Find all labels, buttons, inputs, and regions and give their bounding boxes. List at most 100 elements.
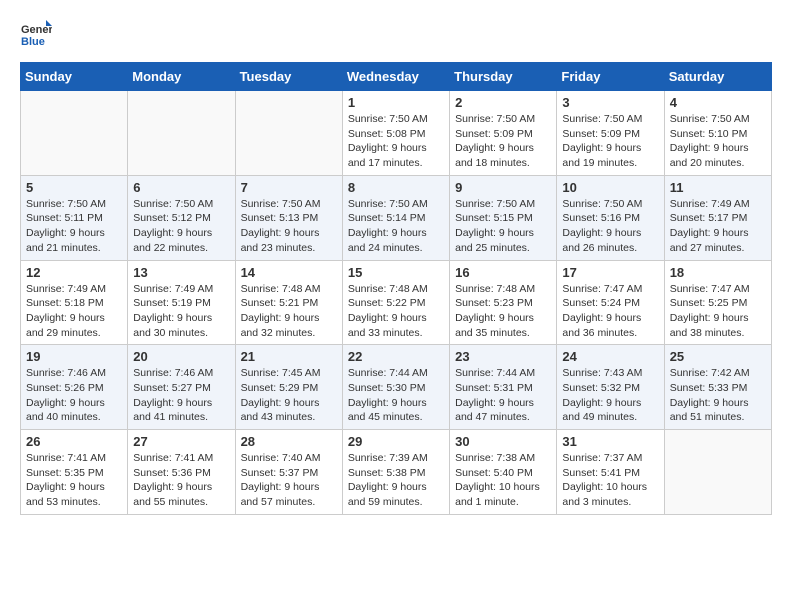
calendar-cell: 3 Sunrise: 7:50 AMSunset: 5:09 PMDaylight… (557, 91, 664, 176)
day-info: Sunrise: 7:48 AMSunset: 5:23 PMDaylight:… (455, 282, 551, 341)
day-number: 5 (26, 180, 122, 195)
day-info: Sunrise: 7:49 AMSunset: 5:18 PMDaylight:… (26, 282, 122, 341)
day-info: Sunrise: 7:48 AMSunset: 5:21 PMDaylight:… (241, 282, 337, 341)
weekday-header-sunday: Sunday (21, 63, 128, 91)
day-info: Sunrise: 7:50 AMSunset: 5:08 PMDaylight:… (348, 112, 444, 171)
logo-icon: General Blue (20, 20, 52, 52)
calendar-cell: 5Sunrise: 7:50 AMSunset: 5:11 PMDaylight… (21, 175, 128, 260)
weekday-header-friday: Friday (557, 63, 664, 91)
day-number: 24 (562, 349, 658, 364)
day-info: Sunrise: 7:46 AMSunset: 5:26 PMDaylight:… (26, 366, 122, 425)
day-info: Sunrise: 7:40 AMSunset: 5:37 PMDaylight:… (241, 451, 337, 510)
calendar-cell (128, 91, 235, 176)
day-number: 31 (562, 434, 658, 449)
calendar-cell: 6 Sunrise: 7:50 AMSunset: 5:12 PMDaylight… (128, 175, 235, 260)
weekday-header-row: SundayMondayTuesdayWednesdayThursdayFrid… (21, 63, 772, 91)
day-number: 30 (455, 434, 551, 449)
day-number: 3 (562, 95, 658, 110)
day-info: Sunrise: 7:37 AMSunset: 5:41 PMDaylight:… (562, 451, 658, 510)
day-number: 10 (562, 180, 658, 195)
calendar-cell: 31 Sunrise: 7:37 AMSunset: 5:41 PMDayligh… (557, 430, 664, 515)
day-number: 6 (133, 180, 229, 195)
day-info: Sunrise: 7:47 AMSunset: 5:25 PMDaylight:… (670, 282, 766, 341)
day-number: 15 (348, 265, 444, 280)
day-info: Sunrise: 7:39 AMSunset: 5:38 PMDaylight:… (348, 451, 444, 510)
calendar-week-row: 19 Sunrise: 7:46 AMSunset: 5:26 PMDayligh… (21, 345, 772, 430)
calendar-cell: 22 Sunrise: 7:44 AMSunset: 5:30 PMDayligh… (342, 345, 449, 430)
day-number: 18 (670, 265, 766, 280)
calendar-cell: 15 Sunrise: 7:48 AMSunset: 5:22 PMDayligh… (342, 260, 449, 345)
calendar-table: SundayMondayTuesdayWednesdayThursdayFrid… (20, 62, 772, 515)
calendar-cell (664, 430, 771, 515)
day-number: 7 (241, 180, 337, 195)
calendar-cell: 29 Sunrise: 7:39 AMSunset: 5:38 PMDayligh… (342, 430, 449, 515)
day-info: Sunrise: 7:41 AMSunset: 5:35 PMDaylight:… (26, 451, 122, 510)
calendar-cell: 21 Sunrise: 7:45 AMSunset: 5:29 PMDayligh… (235, 345, 342, 430)
calendar-week-row: 1 Sunrise: 7:50 AMSunset: 5:08 PMDaylight… (21, 91, 772, 176)
day-number: 14 (241, 265, 337, 280)
calendar-cell: 25 Sunrise: 7:42 AMSunset: 5:33 PMDayligh… (664, 345, 771, 430)
day-info: Sunrise: 7:44 AMSunset: 5:31 PMDaylight:… (455, 366, 551, 425)
day-number: 20 (133, 349, 229, 364)
day-number: 22 (348, 349, 444, 364)
day-info: Sunrise: 7:49 AMSunset: 5:19 PMDaylight:… (133, 282, 229, 341)
calendar-cell: 28 Sunrise: 7:40 AMSunset: 5:37 PMDayligh… (235, 430, 342, 515)
day-info: Sunrise: 7:46 AMSunset: 5:27 PMDaylight:… (133, 366, 229, 425)
day-info: Sunrise: 7:47 AMSunset: 5:24 PMDaylight:… (562, 282, 658, 341)
day-number: 27 (133, 434, 229, 449)
day-info: Sunrise: 7:45 AMSunset: 5:29 PMDaylight:… (241, 366, 337, 425)
day-info: Sunrise: 7:50 AMSunset: 5:14 PMDaylight:… (348, 197, 444, 256)
day-info: Sunrise: 7:50 AMSunset: 5:13 PMDaylight:… (241, 197, 337, 256)
day-number: 9 (455, 180, 551, 195)
calendar-cell: 2 Sunrise: 7:50 AMSunset: 5:09 PMDaylight… (450, 91, 557, 176)
day-info: Sunrise: 7:48 AMSunset: 5:22 PMDaylight:… (348, 282, 444, 341)
calendar-cell (21, 91, 128, 176)
day-number: 19 (26, 349, 122, 364)
calendar-cell: 26Sunrise: 7:41 AMSunset: 5:35 PMDayligh… (21, 430, 128, 515)
page-header: General Blue (20, 20, 772, 52)
calendar-week-row: 12 Sunrise: 7:49 AMSunset: 5:18 PMDayligh… (21, 260, 772, 345)
weekday-header-saturday: Saturday (664, 63, 771, 91)
day-info: Sunrise: 7:50 AMSunset: 5:12 PMDaylight:… (133, 197, 229, 256)
day-info: Sunrise: 7:50 AMSunset: 5:09 PMDaylight:… (455, 112, 551, 171)
day-number: 11 (670, 180, 766, 195)
day-number: 28 (241, 434, 337, 449)
calendar-cell: 19 Sunrise: 7:46 AMSunset: 5:26 PMDayligh… (21, 345, 128, 430)
calendar-cell: 7 Sunrise: 7:50 AMSunset: 5:13 PMDaylight… (235, 175, 342, 260)
calendar-cell: 14 Sunrise: 7:48 AMSunset: 5:21 PMDayligh… (235, 260, 342, 345)
calendar-cell: 9Sunrise: 7:50 AMSunset: 5:15 PMDaylight… (450, 175, 557, 260)
day-number: 1 (348, 95, 444, 110)
weekday-header-wednesday: Wednesday (342, 63, 449, 91)
day-info: Sunrise: 7:38 AMSunset: 5:40 PMDaylight:… (455, 451, 551, 510)
day-number: 4 (670, 95, 766, 110)
weekday-header-tuesday: Tuesday (235, 63, 342, 91)
day-info: Sunrise: 7:44 AMSunset: 5:30 PMDaylight:… (348, 366, 444, 425)
day-info: Sunrise: 7:42 AMSunset: 5:33 PMDaylight:… (670, 366, 766, 425)
calendar-cell: 13Sunrise: 7:49 AMSunset: 5:19 PMDayligh… (128, 260, 235, 345)
calendar-cell: 4Sunrise: 7:50 AMSunset: 5:10 PMDaylight… (664, 91, 771, 176)
day-info: Sunrise: 7:50 AMSunset: 5:09 PMDaylight:… (562, 112, 658, 171)
calendar-cell: 10 Sunrise: 7:50 AMSunset: 5:16 PMDayligh… (557, 175, 664, 260)
day-number: 12 (26, 265, 122, 280)
calendar-cell: 17 Sunrise: 7:47 AMSunset: 5:24 PMDayligh… (557, 260, 664, 345)
day-info: Sunrise: 7:50 AMSunset: 5:16 PMDaylight:… (562, 197, 658, 256)
day-number: 23 (455, 349, 551, 364)
calendar-cell: 1 Sunrise: 7:50 AMSunset: 5:08 PMDaylight… (342, 91, 449, 176)
day-number: 25 (670, 349, 766, 364)
logo: General Blue (20, 20, 52, 52)
calendar-cell: 16 Sunrise: 7:48 AMSunset: 5:23 PMDayligh… (450, 260, 557, 345)
day-number: 29 (348, 434, 444, 449)
calendar-cell (235, 91, 342, 176)
day-number: 16 (455, 265, 551, 280)
day-number: 2 (455, 95, 551, 110)
day-number: 17 (562, 265, 658, 280)
calendar-cell: 12 Sunrise: 7:49 AMSunset: 5:18 PMDayligh… (21, 260, 128, 345)
weekday-header-monday: Monday (128, 63, 235, 91)
calendar-cell: 24Sunrise: 7:43 AMSunset: 5:32 PMDayligh… (557, 345, 664, 430)
calendar-cell: 8Sunrise: 7:50 AMSunset: 5:14 PMDaylight… (342, 175, 449, 260)
svg-text:Blue: Blue (21, 36, 45, 48)
day-number: 21 (241, 349, 337, 364)
day-info: Sunrise: 7:41 AMSunset: 5:36 PMDaylight:… (133, 451, 229, 510)
calendar-cell: 20 Sunrise: 7:46 AMSunset: 5:27 PMDayligh… (128, 345, 235, 430)
day-info: Sunrise: 7:49 AMSunset: 5:17 PMDaylight:… (670, 197, 766, 256)
